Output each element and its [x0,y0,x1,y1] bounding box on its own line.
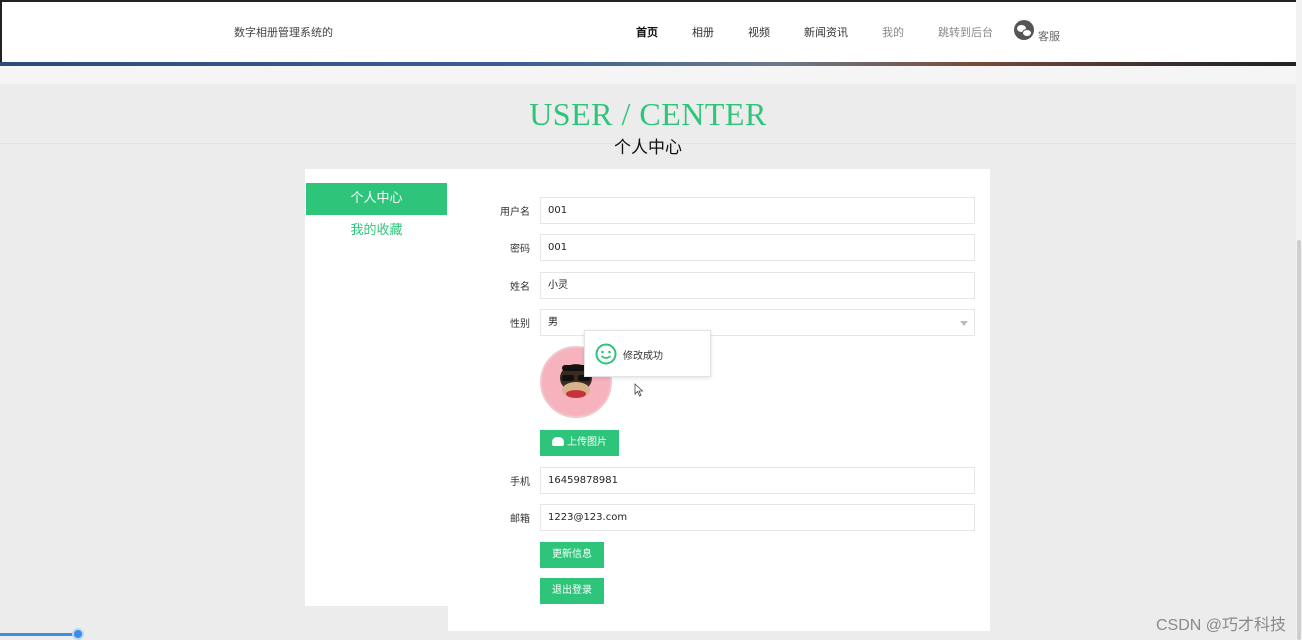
gender-row: 性别 男 [448,309,990,336]
progress-knob[interactable] [72,628,84,640]
site-title: 数字相册管理系统的 [234,26,333,39]
gender-select-value: 男 [548,317,558,328]
nav-album[interactable]: 相册 [692,24,714,40]
logout-button[interactable]: 退出登录 [540,578,604,604]
customer-service-label: 客服 [1038,30,1060,43]
toast-message: 修改成功 [623,351,663,362]
watermark: CSDN @巧才科技 [1155,617,1286,634]
update-info-button[interactable]: 更新信息 [540,542,604,568]
gender-label: 性别 [510,319,530,330]
chevron-down-icon [960,321,968,326]
nav-news[interactable]: 新闻资讯 [804,24,848,40]
name-row: 姓名 小灵 [448,272,990,299]
upload-cloud-icon [552,437,564,446]
nav-video[interactable]: 视频 [748,24,770,40]
username-row: 用户名 001 [448,197,990,224]
username-label: 用户名 [500,207,530,218]
sub-bar [0,66,1296,84]
username-input[interactable]: 001 [540,197,975,224]
password-label: 密码 [510,244,530,255]
scrollbar[interactable] [1296,0,1302,640]
mouse-cursor-icon [634,383,644,397]
phone-label: 手机 [510,477,530,488]
smile-icon [595,343,617,365]
sidebar-item-user-center[interactable]: 个人中心 [306,183,447,215]
phone-row: 手机 16459878981 [448,467,990,494]
email-input[interactable]: 1223@123.com [540,504,975,531]
password-row: 密码 001 [448,234,990,261]
wechat-icon [1014,20,1034,40]
password-input[interactable]: 001 [540,234,975,261]
sidebar: 个人中心 我的收藏 [305,169,448,606]
page-title-cn: 个人中心 [614,138,682,158]
name-label: 姓名 [510,282,530,293]
upload-image-button[interactable]: 上传图片 [540,430,619,456]
nav-admin[interactable]: 跳转到后台 [938,24,993,40]
profile-form: 用户名 001 密码 001 姓名 小灵 性别 男 上传图片 手机 164598… [448,169,990,631]
email-row: 邮箱 1223@123.com [448,504,990,531]
success-toast: 修改成功 [584,330,711,377]
page-title-en: USER / CENTER [529,96,767,132]
email-label: 邮箱 [510,514,530,525]
phone-input[interactable]: 16459878981 [540,467,975,494]
nav-mine[interactable]: 我的 [882,24,904,40]
nav-home[interactable]: 首页 [636,24,658,40]
progress-bar [0,633,78,636]
sidebar-item-favorites[interactable]: 我的收藏 [306,215,447,247]
scrollbar-thumb[interactable] [1297,240,1301,640]
top-header: 数字相册管理系统的 首页 相册 视频 新闻资讯 我的 跳转到后台 客服 [0,0,1302,62]
customer-service-link[interactable]: 客服 [1014,20,1060,43]
main-nav: 首页 相册 视频 新闻资讯 我的 跳转到后台 [636,24,1027,40]
name-input[interactable]: 小灵 [540,272,975,299]
upload-image-label: 上传图片 [567,437,607,448]
